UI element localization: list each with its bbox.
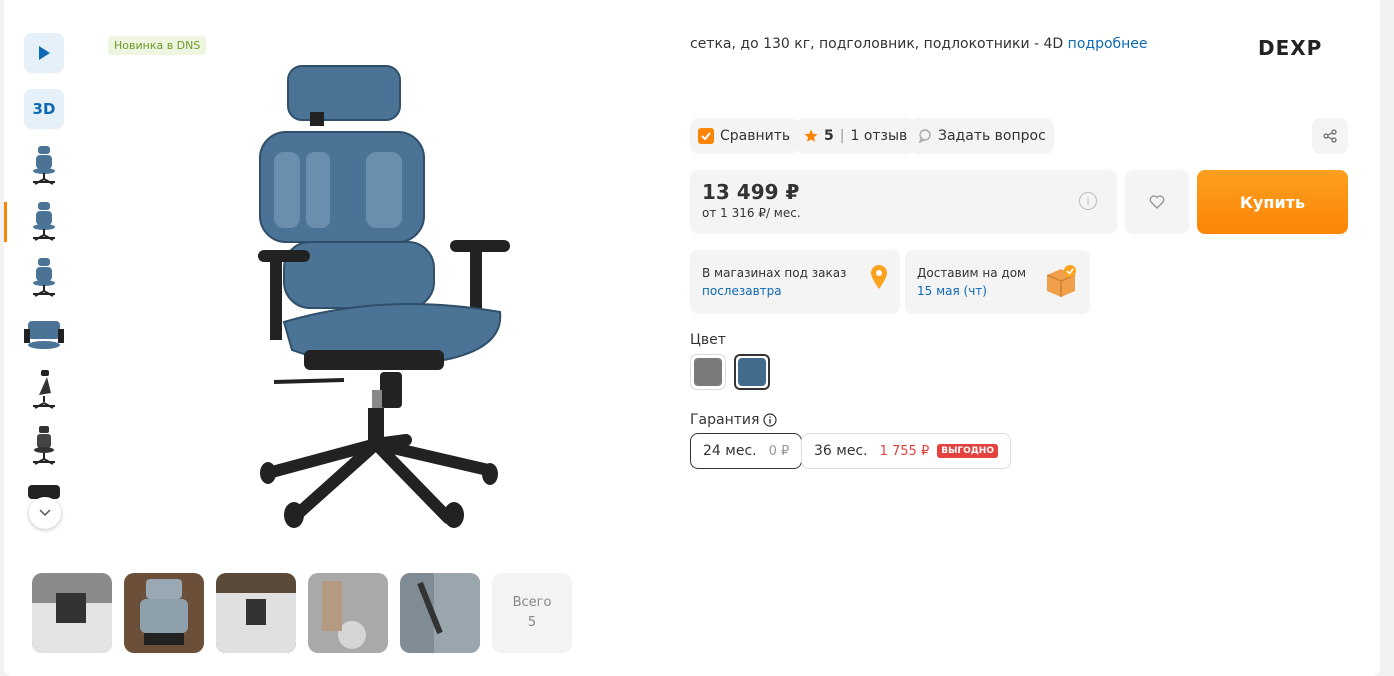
thumb-2[interactable] xyxy=(24,201,64,241)
product-price: 13 499 ₽ xyxy=(702,180,800,204)
heart-icon xyxy=(1149,195,1165,209)
info-circle-icon[interactable] xyxy=(763,413,778,427)
chevron-down-icon xyxy=(39,509,51,517)
product-card: 3D Новинка в DNS Всего 5 сетка, до 130 к… xyxy=(4,0,1380,676)
vertical-thumbnails: 3D xyxy=(24,33,68,517)
star-icon xyxy=(804,129,818,142)
new-badge: Новинка в DNS xyxy=(108,36,207,55)
thumb-1[interactable] xyxy=(24,145,64,185)
credit-price[interactable]: от 1 316 ₽/ мес. xyxy=(702,206,1105,220)
chat-bubble-icon xyxy=(918,129,931,143)
3d-view-button[interactable]: 3D xyxy=(24,89,64,129)
share-button[interactable] xyxy=(1312,118,1348,154)
color-label: Цвет xyxy=(690,332,726,348)
checkbox-checked-icon xyxy=(698,128,714,144)
brand-logo[interactable]: DEXP xyxy=(1258,36,1322,60)
warranty-term: 24 мес. xyxy=(703,443,757,459)
reviews-count: 1 отзыв xyxy=(850,128,908,144)
specs-more-link[interactable]: подробнее xyxy=(1068,36,1148,52)
compare-button[interactable]: Сравнить xyxy=(690,118,799,154)
info-icon[interactable]: i xyxy=(1079,192,1097,210)
share-icon xyxy=(1323,129,1337,143)
video-button[interactable] xyxy=(24,33,64,73)
user-photo-5[interactable] xyxy=(400,573,480,653)
rating-divider: | xyxy=(839,128,845,144)
user-photo-3[interactable] xyxy=(216,573,296,653)
warranty-price: 1 755 ₽ xyxy=(879,443,930,459)
warranty-term: 36 мес. xyxy=(814,443,868,459)
thumb-6[interactable] xyxy=(24,425,64,465)
rating-value: 5 xyxy=(824,128,834,144)
color-swatch-blue-selected[interactable] xyxy=(734,354,770,390)
ask-question-button[interactable]: Задать вопрос xyxy=(910,118,1054,154)
store-availability-date: послезавтра xyxy=(702,284,782,298)
all-photos-count: 5 xyxy=(527,615,537,630)
store-availability[interactable]: В магазинах под заказ послезавтра xyxy=(690,250,900,314)
thumb-3[interactable] xyxy=(24,257,64,297)
wishlist-button[interactable] xyxy=(1125,170,1189,234)
rating-button[interactable]: 5 | 1 отзыв xyxy=(796,118,916,154)
short-specs: сетка, до 130 кг, подголовник, подлокотн… xyxy=(690,36,1148,52)
buy-button[interactable]: Купить xyxy=(1197,170,1348,234)
user-photo-2[interactable] xyxy=(124,573,204,653)
warranty-label: Гарантия xyxy=(690,412,760,428)
user-photo-1[interactable] xyxy=(32,573,112,653)
map-pin-icon xyxy=(871,265,887,289)
scroll-down-button[interactable] xyxy=(29,497,61,529)
warranty-option-24[interactable]: 24 мес. 0 ₽ xyxy=(690,433,803,469)
profitable-badge: выгодно xyxy=(937,444,998,458)
home-delivery[interactable]: Доставим на дом 15 мая (чт) xyxy=(905,250,1090,314)
specs-text: сетка, до 130 кг, подголовник, подлокотн… xyxy=(690,36,1064,52)
main-product-image[interactable] xyxy=(244,60,524,535)
ask-question-label: Задать вопрос xyxy=(938,128,1046,144)
store-availability-title: В магазинах под заказ xyxy=(702,266,847,280)
warranty-label-row: Гарантия xyxy=(690,412,778,428)
all-photos-label: Всего xyxy=(512,595,552,610)
3d-label: 3D xyxy=(32,100,56,118)
thumb-4[interactable] xyxy=(24,313,64,353)
thumb-5[interactable] xyxy=(24,369,64,409)
warranty-price: 0 ₽ xyxy=(768,443,790,459)
compare-label: Сравнить xyxy=(720,128,791,144)
active-thumb-indicator xyxy=(4,202,7,242)
all-photos-button[interactable]: Всего 5 xyxy=(492,573,572,653)
user-photo-4[interactable] xyxy=(308,573,388,653)
delivery-box-icon xyxy=(1046,265,1076,297)
warranty-option-36[interactable]: 36 мес. 1 755 ₽ выгодно xyxy=(801,433,1011,469)
play-icon xyxy=(39,46,50,60)
user-photos: Всего 5 xyxy=(32,573,572,653)
price-box: 13 499 ₽ от 1 316 ₽/ мес. i xyxy=(690,170,1117,234)
color-swatch-gray[interactable] xyxy=(690,354,726,390)
